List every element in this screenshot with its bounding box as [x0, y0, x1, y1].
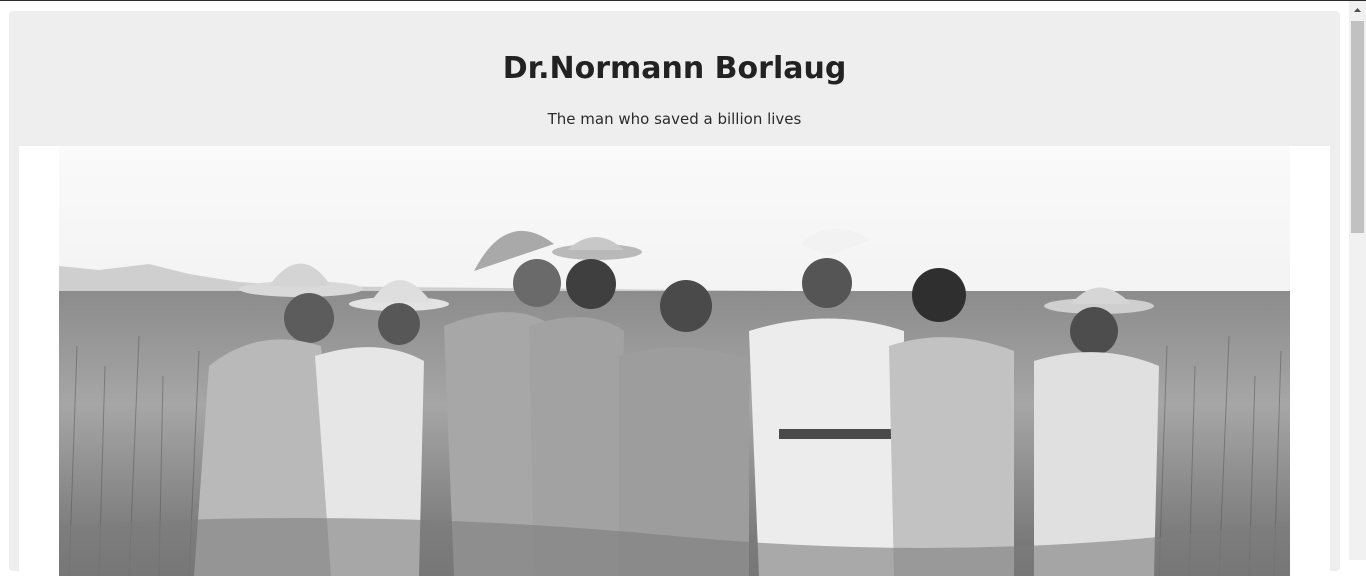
hero-photo	[59, 146, 1290, 576]
scrollbar-thumb[interactable]	[1351, 21, 1364, 233]
page-title: Dr.Normann Borlaug	[502, 51, 847, 86]
page-subtitle: The man who saved a billion lives	[547, 110, 802, 128]
scroll-up-arrow-icon[interactable]	[1349, 1, 1366, 18]
page-viewport: Dr.Normann Borlaug The man who saved a b…	[0, 1, 1349, 576]
tribute-card: Dr.Normann Borlaug The man who saved a b…	[9, 11, 1340, 576]
image-frame	[19, 146, 1330, 576]
vertical-scrollbar[interactable]	[1349, 1, 1366, 560]
